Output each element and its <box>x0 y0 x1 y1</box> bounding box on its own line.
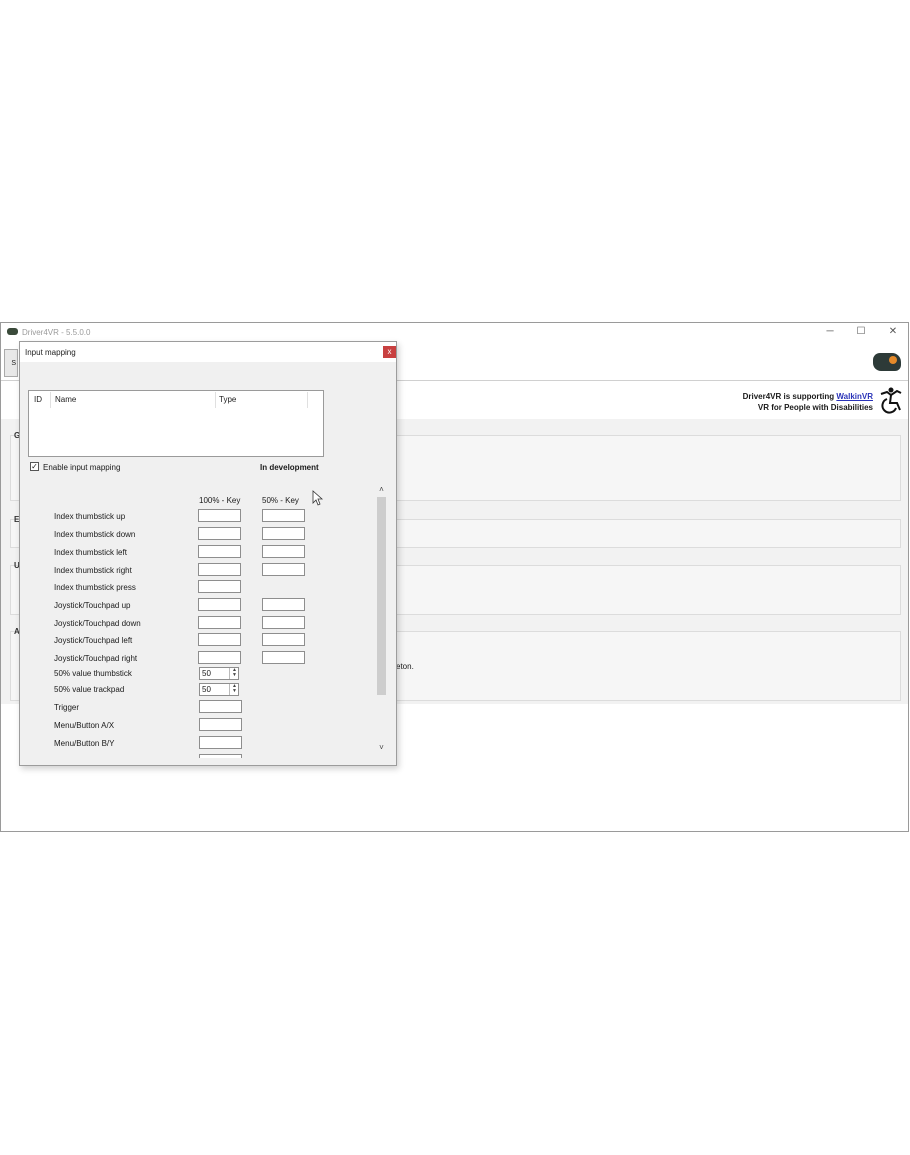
dialog-titlebar[interactable]: Input mapping x <box>20 342 396 362</box>
list-header-separator <box>50 392 51 408</box>
partial-background-text: eton. <box>396 662 414 671</box>
key-100-input[interactable] <box>198 651 241 664</box>
app-title: Driver4VR - 5.5.0.0 <box>22 328 91 337</box>
key-50-input[interactable] <box>262 509 305 522</box>
minimize-button[interactable]: ─ <box>822 325 838 339</box>
scroll-down-icon[interactable]: ˅ <box>376 743 387 753</box>
value-thumbstick-stepper[interactable]: 50 ▲ ▼ <box>199 667 239 680</box>
row-label: Joystick/Touchpad right <box>54 654 138 663</box>
list-header-separator <box>307 392 308 408</box>
development-status: In development <box>260 463 319 472</box>
mapping-list-view[interactable]: ID Name Type <box>28 390 324 457</box>
key-100-input[interactable] <box>198 598 241 611</box>
key-50-input[interactable] <box>262 563 305 576</box>
row-label: Joystick/Touchpad down <box>54 619 141 628</box>
key-100-input[interactable] <box>199 700 242 713</box>
key-100-input[interactable] <box>199 718 242 731</box>
vr-logo-accent-icon <box>889 356 897 364</box>
support-line-1: Driver4VR is supporting WalkinVR <box>743 392 873 401</box>
list-header-id[interactable]: ID <box>34 395 42 404</box>
stepper-arrows-icon[interactable]: ▲ ▼ <box>229 684 239 695</box>
key-50-input[interactable] <box>262 616 305 629</box>
key-100-input[interactable] <box>198 580 241 593</box>
row-label: Index thumbstick press <box>54 583 136 592</box>
value-trackpad-value: 50 <box>202 685 211 694</box>
row-label: Index thumbstick down <box>54 530 136 539</box>
support-prefix: Driver4VR is supporting <box>742 392 837 401</box>
row-label: Joystick/Touchpad up <box>54 601 131 610</box>
list-header-name[interactable]: Name <box>55 395 76 404</box>
key-100-input[interactable] <box>198 509 241 522</box>
key-100-input[interactable] <box>199 754 242 758</box>
key-50-input[interactable] <box>262 633 305 646</box>
key-100-input[interactable] <box>198 616 241 629</box>
list-header-separator <box>215 392 216 408</box>
vr-headset-logo-icon <box>873 353 901 371</box>
row-label: Trigger <box>54 703 80 712</box>
main-titlebar[interactable]: Driver4VR - 5.5.0.0 ─ ☐ ✕ <box>1 323 908 343</box>
column-header-100-key: 100% - Key <box>199 496 241 505</box>
value-thumbstick-value: 50 <box>202 669 211 678</box>
mouse-cursor-icon <box>312 490 324 506</box>
value-trackpad-label: 50% value trackpad <box>54 685 125 694</box>
key-100-input[interactable] <box>198 527 241 540</box>
list-header-type[interactable]: Type <box>219 395 236 404</box>
key-50-input[interactable] <box>262 651 305 664</box>
enable-input-mapping-label[interactable]: Enable input mapping <box>43 463 120 472</box>
row-label: Menu/Button A/X <box>54 721 115 730</box>
value-trackpad-stepper[interactable]: 50 ▲ ▼ <box>199 683 239 696</box>
row-label: Index thumbstick right <box>54 566 132 575</box>
key-100-input[interactable] <box>198 633 241 646</box>
column-header-50-key: 50% - Key <box>262 496 299 505</box>
app-logo-icon <box>7 328 18 335</box>
close-button[interactable]: ✕ <box>885 325 901 339</box>
row-label: Joystick/Touchpad left <box>54 636 133 645</box>
row-label: Index thumbstick left <box>54 548 127 557</box>
dialog-scrollbar[interactable]: ˄ ˅ <box>376 485 387 755</box>
main-tab[interactable]: S <box>4 349 18 377</box>
row-label: Index thumbstick up <box>54 512 126 521</box>
dialog-title: Input mapping <box>25 348 76 357</box>
dialog-close-button[interactable]: x <box>383 346 396 358</box>
value-thumbstick-label: 50% value thumbstick <box>54 669 132 678</box>
scroll-thumb[interactable] <box>377 497 386 695</box>
wheelchair-accessibility-icon <box>880 387 902 414</box>
scroll-up-icon[interactable]: ˄ <box>376 485 387 495</box>
walkinvr-link[interactable]: WalkinVR <box>836 392 873 401</box>
support-line-2: VR for People with Disabilities <box>757 403 873 412</box>
key-50-input[interactable] <box>262 598 305 611</box>
key-100-input[interactable] <box>199 736 242 749</box>
maximize-button[interactable]: ☐ <box>853 325 869 339</box>
input-mapping-dialog: Input mapping x ID Name Type ✓ Enable in… <box>19 341 397 766</box>
key-100-input[interactable] <box>198 563 241 576</box>
stepper-arrows-icon[interactable]: ▲ ▼ <box>229 668 239 679</box>
enable-input-mapping-checkbox[interactable]: ✓ <box>30 462 39 471</box>
key-50-input[interactable] <box>262 527 305 540</box>
key-100-input[interactable] <box>198 545 241 558</box>
row-label: Menu/Button B/Y <box>54 739 115 748</box>
key-50-input[interactable] <box>262 545 305 558</box>
